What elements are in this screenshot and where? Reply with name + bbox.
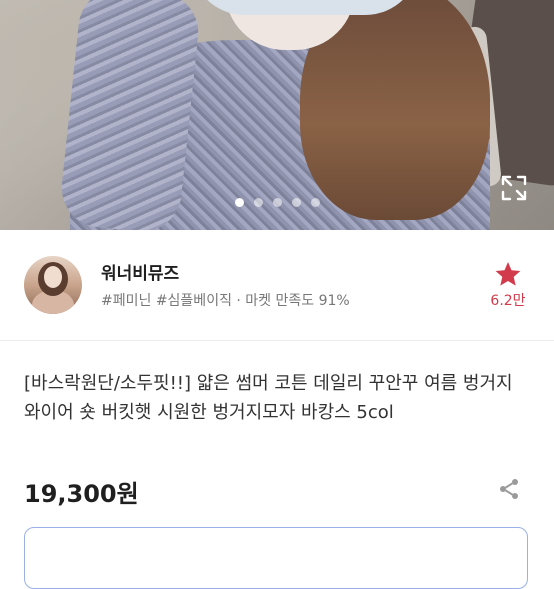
coupon-banner[interactable] [24,527,528,589]
share-icon[interactable] [497,477,521,501]
gallery-dot[interactable] [310,198,320,207]
expand-icon[interactable] [501,175,527,201]
seller-avatar[interactable] [24,256,82,314]
seller-tags: #페미닌 #심플베이직 · 마켓 만족도 91% [101,293,350,309]
product-image-gallery[interactable] [0,0,554,230]
gallery-dot[interactable] [291,198,301,207]
seller-name[interactable]: 워너비뮤즈 [101,259,179,284]
gallery-pagination [0,192,554,211]
product-title: [바스락원단/소두핏!!] 얇은 썸머 코튼 데일리 꾸안꾸 여름 벙거지 와이… [24,373,513,423]
seller-section[interactable]: 워너비뮤즈 #페미닌 #심플베이직 · 마켓 만족도 91% 6.2만 [0,230,554,341]
gallery-dot[interactable] [253,198,263,207]
gallery-dot[interactable] [272,198,282,207]
gallery-dot-active[interactable] [234,198,244,207]
avatar-face [44,266,62,288]
star-icon[interactable] [494,260,522,288]
favorite-count: 6.2만 [490,293,526,309]
product-price: 19,300원 [24,480,139,508]
